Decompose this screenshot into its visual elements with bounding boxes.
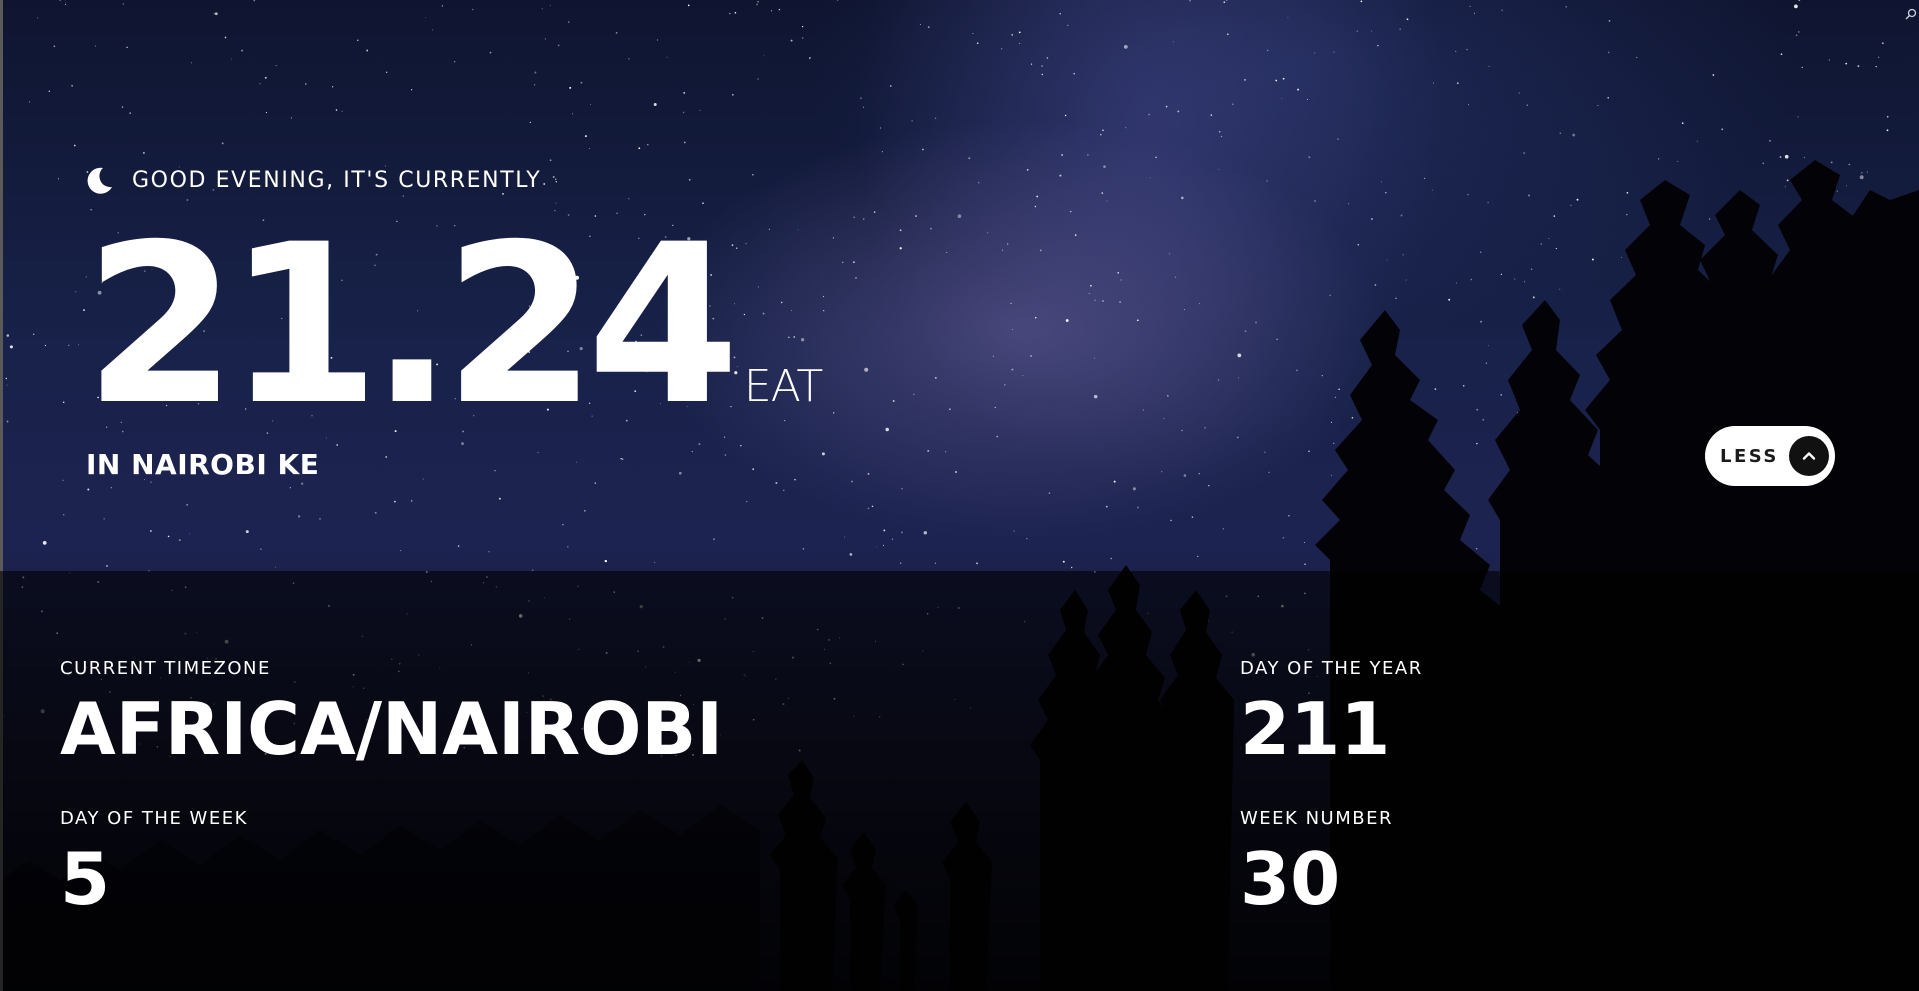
greeting-text: GOOD EVENING, IT'S CURRENTLY [132,167,542,193]
stat-value: AFRICA/NAIROBI [60,687,724,771]
stat-value: 211 [1240,687,1391,771]
stat-week-number: WEEK NUMBER 30 [1240,808,1393,915]
location-text: IN NAIROBI KE [86,448,320,481]
less-button[interactable]: LESS [1705,426,1835,486]
current-time: 21.24 [84,197,740,453]
moon-icon [87,167,112,194]
greeting: GOOD EVENING, IT'S CURRENTLY [84,165,541,195]
chevron-up-icon [1789,436,1829,476]
less-button-label: LESS [1720,445,1779,467]
stat-value: 30 [1240,837,1341,921]
stat-label: WEEK NUMBER [1240,808,1393,829]
search-icon[interactable] [1905,8,1917,20]
stat-day-of-week: DAY OF THE WEEK 5 [60,808,248,915]
clock-display: 21.24 EAT [84,197,823,453]
timezone-abbreviation: EAT [743,361,823,412]
stat-current-timezone: CURRENT TIMEZONE AFRICA/NAIROBI [60,658,723,765]
stat-day-of-year: DAY OF THE YEAR 211 [1240,658,1423,765]
stat-label: DAY OF THE WEEK [60,808,248,829]
stat-label: DAY OF THE YEAR [1240,658,1423,679]
clock-app: GOOD EVENING, IT'S CURRENTLY 21.24 EAT I… [0,0,1919,991]
stat-value: 5 [60,837,111,921]
details-panel [0,571,1919,991]
stat-label: CURRENT TIMEZONE [60,658,271,679]
